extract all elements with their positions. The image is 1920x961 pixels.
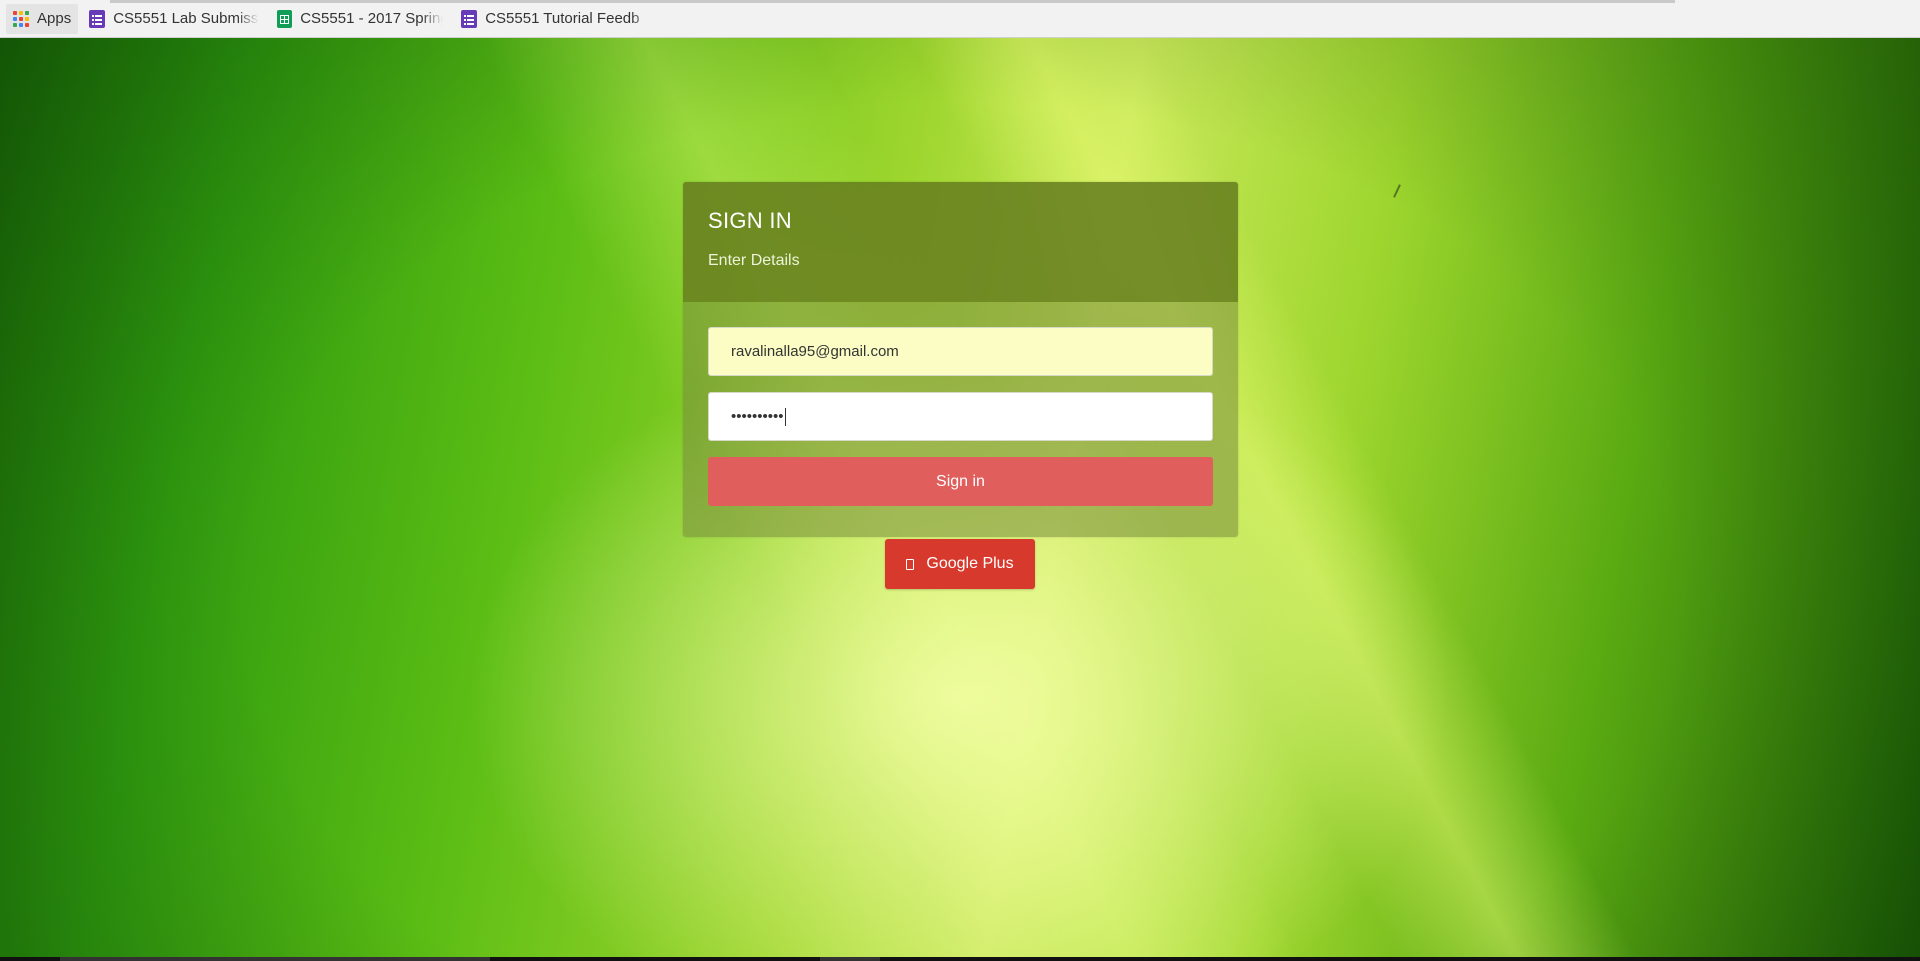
sheets-icon <box>277 9 293 28</box>
apps-grid-icon <box>13 10 29 27</box>
bookmark-lab-submission[interactable]: CS5551 Lab Submissio <box>82 4 266 34</box>
omnibox-edge <box>110 0 1675 3</box>
bookmark-label: CS5551 - 2017 Spring <box>300 10 444 27</box>
password-field[interactable]: •••••••••• <box>708 392 1213 441</box>
bookmark-2017-spring[interactable]: CS5551 - 2017 Spring <box>270 4 450 34</box>
signin-card: SIGN IN Enter Details ravalinalla95@gmai… <box>683 182 1238 537</box>
forms-icon <box>461 9 478 28</box>
bookmark-tutorial-feedback[interactable]: CS5551 Tutorial Feedb <box>454 4 663 34</box>
signin-button-label: Sign in <box>936 472 985 490</box>
signin-button[interactable]: Sign in <box>708 457 1213 506</box>
signin-title: SIGN IN <box>708 208 792 233</box>
google-plus-label: Google Plus <box>926 555 1014 572</box>
signin-subtitle: Enter Details <box>708 252 800 269</box>
google-plus-icon <box>906 558 915 570</box>
password-mask: •••••••••• <box>731 408 784 425</box>
bookmarks-bar: Apps CS5551 Lab Submissio CS5551 - 2017 … <box>0 0 1920 38</box>
forms-icon <box>89 9 106 28</box>
apps-label: Apps <box>37 10 72 27</box>
text-caret <box>784 407 786 426</box>
page-background: SIGN IN Enter Details ravalinalla95@gmai… <box>0 38 1920 957</box>
email-field[interactable]: ravalinalla95@gmail.com <box>708 327 1213 376</box>
google-plus-button[interactable]: Google Plus <box>885 539 1035 589</box>
apps-shortcut[interactable]: Apps <box>6 3 79 34</box>
email-value: ravalinalla95@gmail.com <box>731 343 899 360</box>
taskbar-edge <box>0 957 1920 961</box>
bookmark-label: CS5551 Tutorial Feedb <box>485 10 640 27</box>
signin-card-header: SIGN IN Enter Details <box>683 182 1238 302</box>
bookmark-label: CS5551 Lab Submissio <box>113 10 260 27</box>
